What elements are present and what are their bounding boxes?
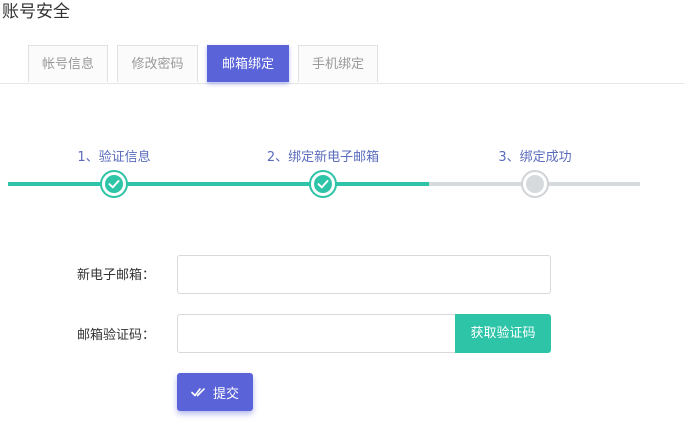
verification-code-field[interactable] [177, 314, 457, 353]
step-label-2: 2、绑定新电子邮箱 [266, 150, 380, 165]
progress-steps: 1、验证信息 2、绑定新电子邮箱 3、绑定成功 [0, 140, 684, 200]
submit-button[interactable]: 提交 [177, 373, 253, 411]
email-field[interactable] [177, 255, 551, 294]
code-label: 邮箱验证码： [76, 328, 155, 343]
tab-bar: 帐号信息 修改密码 邮箱绑定 手机绑定 [0, 45, 684, 84]
check-icon [317, 180, 329, 189]
step-label-3: 3、绑定成功 [498, 150, 572, 165]
step-node-2 [309, 170, 337, 198]
step-label-1: 1、验证信息 [77, 150, 151, 165]
tab-phone-binding[interactable]: 手机绑定 [298, 45, 378, 82]
double-check-icon [191, 388, 205, 397]
step-node-3 [521, 170, 549, 198]
submit-label: 提交 [212, 386, 239, 402]
step-track-done [8, 182, 429, 186]
step-node-1 [100, 170, 128, 198]
tab-change-password[interactable]: 修改密码 [117, 45, 198, 82]
check-icon [108, 180, 120, 189]
page-title: 账号安全 [2, 2, 70, 22]
get-code-button[interactable]: 获取验证码 [455, 314, 551, 353]
tab-account-info[interactable]: 帐号信息 [28, 45, 108, 82]
tab-email-binding[interactable]: 邮箱绑定 [207, 45, 289, 82]
dot-icon [526, 175, 544, 193]
email-label: 新电子邮箱： [76, 268, 155, 283]
